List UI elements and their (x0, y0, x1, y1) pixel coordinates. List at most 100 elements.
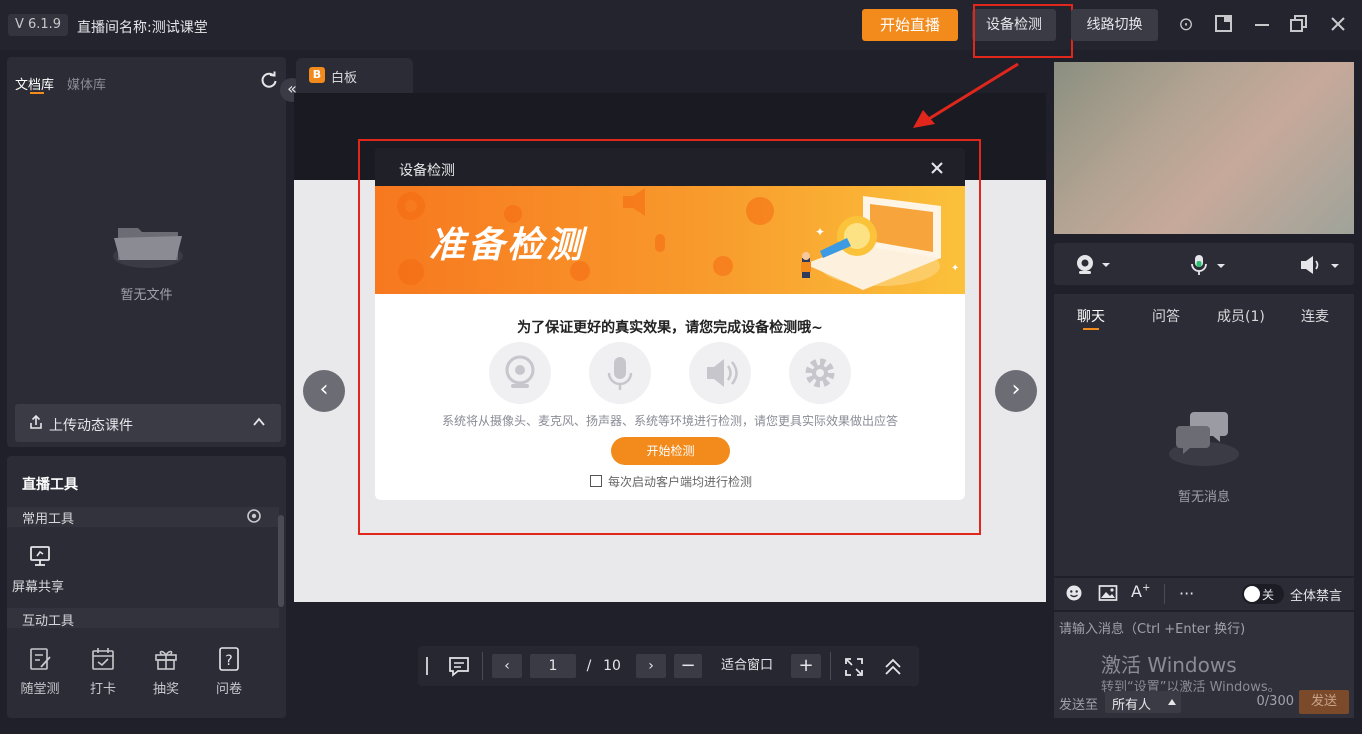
send-to-value: 所有人 (1112, 698, 1152, 713)
more-icon[interactable]: ··· (1179, 584, 1194, 603)
microphone-device-icon[interactable] (1187, 253, 1227, 277)
dialog-headline: 为了保证更好的真实效果，请您完成设备检测哦~ (517, 320, 823, 336)
active-chat-tab-indicator (1083, 328, 1099, 330)
empty-chat-text: 暂无消息 (1177, 490, 1230, 505)
pager-separator (482, 652, 483, 680)
page-separator-slash: / (586, 658, 592, 674)
tool-lottery[interactable]: 抽奖 (136, 646, 196, 697)
svg-text:✦: ✦ (951, 263, 959, 274)
svg-text:✦: ✦ (815, 225, 825, 239)
speaker-device-icon[interactable] (1299, 254, 1339, 276)
send-to-label: 发送至 (1059, 698, 1099, 713)
dialog-description: 系统将从摄像头、麦克风、扬声器、系统等环境进行检测，请您更具实际效果做出应答 (441, 414, 898, 428)
dialog-close-icon[interactable] (928, 159, 946, 177)
svg-text:?: ? (225, 653, 232, 669)
mute-toggle-state: 关 (1262, 588, 1275, 602)
screen-share-label[interactable]: 屏幕共享 (12, 576, 64, 595)
tool-survey[interactable]: ? 问卷 (199, 646, 259, 697)
chat-input-placeholder: 请输入消息（Ctrl +Enter 换行) (1059, 622, 1246, 637)
empty-files-text: 暂无文件 (120, 288, 173, 303)
next-page-button[interactable]: › (636, 654, 666, 678)
tab-media-library[interactable]: 媒体库 (67, 74, 106, 93)
tab-qa[interactable]: 问答 (1152, 306, 1180, 326)
tool-quiz[interactable]: 随堂测 (10, 646, 70, 697)
char-count: 0/300 (1256, 694, 1294, 709)
prev-page-arrow-icon[interactable]: ‹ (303, 370, 345, 412)
send-button[interactable]: 发送 (1299, 690, 1349, 714)
upload-courseware-label: 上传动态课件 (49, 418, 133, 434)
activate-windows-title: 激活 Windows (1101, 653, 1237, 677)
toggle-knob (1244, 586, 1260, 602)
fullscreen-icon[interactable] (843, 656, 865, 678)
interactive-tools-title: 互动工具 (22, 614, 75, 629)
chevron-up-icon[interactable] (251, 414, 267, 430)
pager-separator (830, 652, 831, 680)
mute-all-label: 全体禁言 (1290, 589, 1343, 604)
common-tools-title: 常用工具 (22, 512, 75, 527)
speaker-check-icon (689, 342, 751, 404)
dialog-banner: ✦ ✦ 准备检测 (375, 186, 965, 294)
quiz-icon (10, 646, 70, 674)
camera-device-icon[interactable] (1074, 254, 1110, 276)
whiteboard-tab-label: 白板 (331, 71, 358, 86)
auto-check-checkbox[interactable] (590, 475, 602, 487)
tab-document-library[interactable]: 文档库 (15, 74, 54, 93)
font-size-icon[interactable]: A+ (1131, 582, 1153, 604)
tool-checkin-label: 打卡 (89, 682, 116, 697)
popout-icon[interactable] (1213, 14, 1235, 36)
annotation-arrow (913, 62, 1019, 128)
tools-scrollbar[interactable] (278, 515, 284, 607)
refresh-icon[interactable] (259, 70, 279, 90)
collapse-up-icon[interactable] (882, 656, 904, 678)
tab-chat[interactable]: 聊天 (1077, 306, 1105, 326)
notes-icon[interactable] (448, 655, 470, 677)
zoom-out-icon[interactable]: − (674, 654, 702, 678)
image-icon[interactable] (1098, 584, 1118, 602)
upload-icon (28, 414, 44, 430)
tool-settings-icon[interactable] (246, 508, 262, 524)
tool-checkin[interactable]: 打卡 (73, 646, 133, 697)
tab-members[interactable]: 成员(1) (1217, 306, 1265, 326)
calendar-check-icon (73, 646, 133, 674)
tool-survey-label: 问卷 (215, 682, 242, 697)
total-pages: 10 (603, 658, 621, 674)
mute-all-toggle[interactable]: 关 (1242, 584, 1284, 604)
device-check-dialog: ✦ ✦ 准备检测 为了保证更好的真实效果，请您完成设备检测哦~ 系统将从摄像头、… (375, 186, 965, 500)
live-tools-title: 直播工具 (22, 477, 78, 493)
start-live-button[interactable]: 开始直播 (862, 9, 958, 41)
next-page-arrow-icon[interactable]: › (995, 370, 1037, 412)
screen-share-icon[interactable] (28, 545, 52, 567)
camera-preview (1054, 62, 1354, 234)
whiteboard-badge-icon: B (309, 67, 325, 83)
camera-record-icon[interactable]: ⊙ (1175, 14, 1197, 36)
version-badge: V 6.1.9 (8, 14, 68, 36)
device-check-dialog-header (375, 148, 965, 186)
restore-icon[interactable] (1288, 14, 1310, 36)
tab-mic-link[interactable]: 连麦 (1301, 306, 1329, 326)
empty-chat-icon (1168, 408, 1240, 468)
line-switch-button[interactable]: 线路切换 (1071, 9, 1158, 41)
survey-icon: ? (199, 646, 259, 674)
prev-page-button[interactable]: ‹ (492, 654, 522, 678)
chat-toolbar-separator (1164, 584, 1165, 604)
page-number-input[interactable]: 1 (530, 654, 576, 678)
banner-title: 准备检测 (429, 225, 586, 266)
emoji-icon[interactable] (1065, 584, 1083, 602)
start-check-button[interactable]: 开始检测 (611, 437, 730, 465)
room-title: 直播间名称:测试课堂 (77, 20, 208, 36)
zoom-in-icon[interactable]: + (791, 654, 821, 678)
microphone-check-icon (589, 342, 651, 404)
pager-divider-handle (426, 657, 430, 675)
system-check-gear-icon (789, 342, 851, 404)
auto-check-label: 每次启动客户端均进行检测 (608, 475, 753, 489)
fit-window-label[interactable]: 适合窗口 (712, 654, 782, 678)
device-check-dialog-title: 设备检测 (399, 163, 455, 179)
minimize-icon[interactable] (1251, 14, 1273, 36)
tool-lottery-label: 抽奖 (152, 682, 179, 697)
send-to-select[interactable]: 所有人 (1105, 691, 1181, 713)
tool-quiz-label: 随堂测 (20, 682, 60, 697)
gift-icon (136, 646, 196, 674)
camera-check-icon (489, 342, 551, 404)
active-tab-indicator (30, 92, 44, 94)
close-icon[interactable] (1327, 14, 1349, 36)
